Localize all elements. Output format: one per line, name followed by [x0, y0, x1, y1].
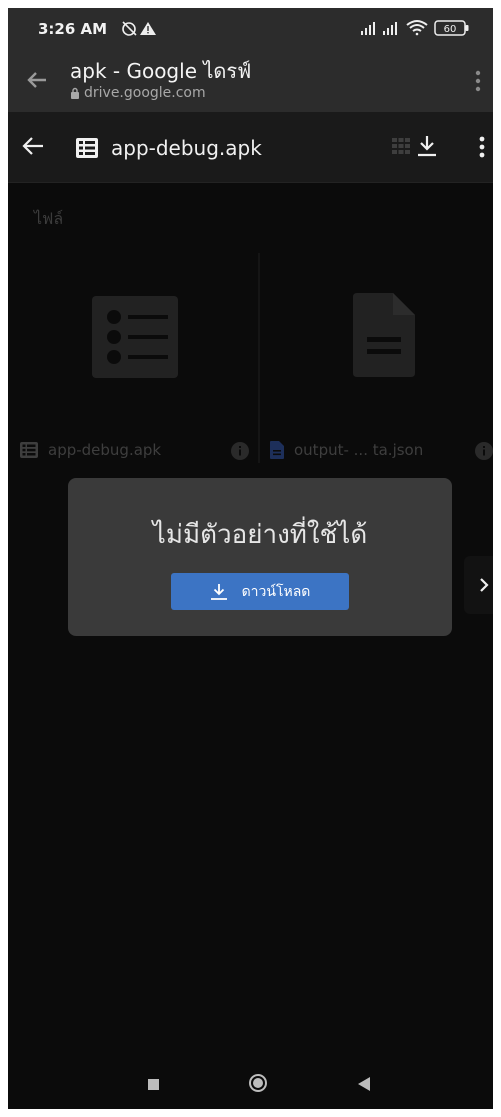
back-arrow-icon[interactable] — [26, 70, 48, 94]
signal-icon — [383, 22, 397, 35]
battery-icon: 60 — [434, 20, 469, 36]
phone-screen: 3:26 AM 60 apk - Google ไดรฟ์ drive.goog… — [8, 8, 493, 1109]
back-triangle-icon[interactable] — [357, 1076, 371, 1092]
more-options-icon[interactable] — [479, 136, 485, 162]
recents-button[interactable] — [148, 1079, 159, 1090]
browser-page-title: apk - Google ไดรฟ์ — [70, 59, 252, 83]
file-name: output- ... ta.json — [294, 441, 424, 459]
download-button[interactable]: ดาวน์โหลด — [171, 573, 349, 610]
file-item[interactable]: output- ... ta.json — [270, 441, 423, 459]
signal-icon — [361, 22, 375, 35]
browser-url: drive.google.com — [70, 85, 206, 101]
document-icon — [270, 441, 284, 459]
file-name: app-debug.apk — [48, 441, 162, 459]
no-preview-dialog: ไม่มีตัวอย่างที่ใช้ได้ ดาวน์โหลด — [68, 478, 452, 636]
browser-url-text: drive.google.com — [84, 85, 206, 101]
file-item[interactable]: app-debug.apk — [20, 441, 161, 459]
info-icon[interactable] — [230, 441, 250, 461]
next-file-button[interactable] — [464, 556, 493, 614]
download-icon[interactable] — [416, 134, 438, 162]
status-icons-right: 60 — [361, 18, 473, 42]
status-bar: 3:26 AM 60 — [8, 8, 493, 50]
file-list-icon — [20, 442, 38, 458]
no-preview-message: ไม่มีตัวอย่างที่ใช้ได้ — [152, 520, 368, 550]
lock-icon — [71, 87, 79, 99]
viewer-file-name: app-debug.apk — [111, 136, 262, 160]
system-nav-bar — [8, 1060, 493, 1109]
file-list-icon — [76, 138, 98, 162]
wifi-icon — [406, 20, 428, 36]
file-thumbnail-document-icon[interactable] — [353, 293, 415, 381]
download-icon — [210, 583, 227, 600]
alarm-off-icon — [122, 21, 156, 36]
home-button[interactable] — [249, 1074, 267, 1092]
grid-divider — [258, 253, 260, 463]
info-icon[interactable] — [474, 441, 493, 461]
browser-menu-icon[interactable] — [475, 70, 481, 96]
browser-toolbar: apk - Google ไดรฟ์ drive.google.com — [8, 50, 493, 112]
grid-icon — [392, 138, 410, 158]
status-time: 3:26 AM — [38, 20, 108, 38]
viewer-toolbar: app-debug.apk — [8, 112, 493, 183]
file-thumbnail-list-icon[interactable] — [92, 296, 178, 382]
chevron-right-icon — [480, 578, 489, 592]
status-icons-left — [121, 20, 161, 40]
download-button-label: ดาวน์โหลด — [241, 583, 311, 600]
files-section-label: ไฟล์ — [34, 209, 64, 228]
close-viewer-arrow-icon[interactable] — [22, 136, 44, 160]
svg-text:60: 60 — [444, 24, 457, 35]
